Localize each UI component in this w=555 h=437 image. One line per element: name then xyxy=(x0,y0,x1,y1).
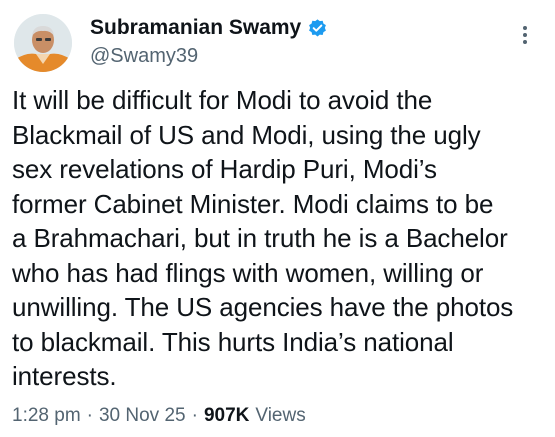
tweet-meta: 1:28 pm · 30 Nov 25 · 907K Views xyxy=(12,405,306,427)
author-handle[interactable]: @Swamy39 xyxy=(90,45,198,68)
avatar[interactable] xyxy=(14,14,72,72)
tweet-text: It will be difficult for Modi to avoid t… xyxy=(12,85,514,391)
more-vertical-icon[interactable] xyxy=(515,22,535,48)
tweet-card: Subramanian Swamy @Swamy39 It will be di… xyxy=(0,0,555,437)
tweet-time[interactable]: 1:28 pm xyxy=(12,405,81,427)
verified-badge-icon xyxy=(307,18,328,39)
profile-photo xyxy=(14,14,72,72)
views-label: Views xyxy=(255,405,306,426)
meta-separator: · xyxy=(86,405,93,426)
author-name[interactable]: Subramanian Swamy xyxy=(90,16,301,40)
meta-separator: · xyxy=(191,405,198,426)
more-dot xyxy=(523,40,527,44)
more-dot xyxy=(523,26,527,30)
tweet-date[interactable]: 30 Nov 25 xyxy=(99,405,186,427)
author-name-row: Subramanian Swamy xyxy=(90,16,328,40)
more-dot xyxy=(523,33,527,37)
views-count: 907K xyxy=(203,405,250,426)
